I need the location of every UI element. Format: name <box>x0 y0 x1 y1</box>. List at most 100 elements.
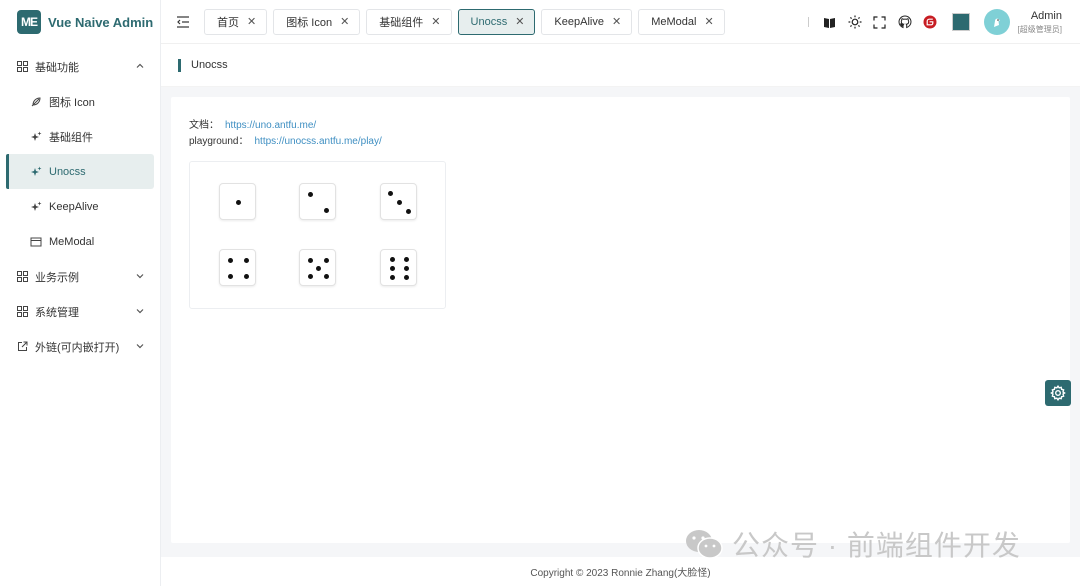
sidebar-item-memodal[interactable]: MeModal <box>0 224 160 259</box>
grid-icon <box>16 61 28 73</box>
sidebar-menu: 基础功能 图标 Icon 基础组件 Unocss KeepAlive MeMod… <box>0 49 160 364</box>
sidebar-item-label: 业务示例 <box>35 271 79 284</box>
tab-home[interactable]: 首页 ✕ <box>204 8 268 35</box>
dice-pip <box>404 266 410 271</box>
sidebar-item-basic-features[interactable]: 基础功能 <box>0 49 160 84</box>
divider <box>807 17 809 27</box>
tab-icon[interactable]: 图标 Icon ✕ <box>273 8 361 35</box>
dice-pip <box>404 256 410 262</box>
chevron-down-icon <box>136 344 144 349</box>
dice-pip <box>324 257 330 263</box>
close-icon[interactable]: ✕ <box>704 15 713 28</box>
sidebar-item-business-examples[interactable]: 业务示例 <box>0 259 160 294</box>
dice-pip <box>389 266 395 271</box>
external-link-icon <box>16 341 28 353</box>
content-card: 文档： https://uno.antfu.me/ playground： http… <box>171 97 1070 543</box>
menu-collapse-icon[interactable] <box>176 15 190 29</box>
sidebar-item-keepalive[interactable]: KeepAlive <box>0 189 160 224</box>
title-accent-bar <box>178 58 181 72</box>
watermark-text: 公众号 · 前端组件开发 <box>732 530 1021 561</box>
docs-link[interactable]: https://uno.antfu.me/ <box>225 120 316 131</box>
close-icon[interactable]: ✕ <box>340 15 349 28</box>
dice-face-5 <box>299 249 336 286</box>
dice-face-6 <box>380 249 417 286</box>
sidebar-item-unocss[interactable]: Unocss <box>6 154 154 189</box>
tab-label: 首页 <box>217 16 239 29</box>
tab-label: 基础组件 <box>379 16 424 29</box>
fullscreen-icon[interactable] <box>873 15 887 29</box>
feather-icon <box>30 96 42 108</box>
wechat-icon <box>686 530 723 559</box>
dice-pip <box>227 274 233 280</box>
theme-color-picker[interactable] <box>951 13 970 31</box>
dice-pip <box>397 200 402 205</box>
sparkles-icon <box>30 166 42 178</box>
settings-button[interactable] <box>1045 380 1071 406</box>
sun-icon[interactable] <box>848 15 862 29</box>
sidebar-item-basic-components[interactable]: 基础组件 <box>0 119 160 154</box>
dice-pip <box>324 274 330 280</box>
tab-keepalive[interactable]: KeepAlive ✕ <box>541 8 633 35</box>
docs-book-icon[interactable] <box>823 15 837 29</box>
dice-pip <box>307 274 313 280</box>
close-icon[interactable]: ✕ <box>515 15 524 28</box>
sidebar-item-external-links[interactable]: 外链(可内嵌打开) <box>0 329 160 364</box>
tab-bar: 首页 ✕ 图标 Icon ✕ 基础组件 ✕ Unocss ✕ KeepAlive ✕ Me… <box>204 8 731 35</box>
chevron-down-icon <box>136 274 144 279</box>
dice-pip <box>227 257 233 263</box>
playground-line: playground： https://unocss.antfu.me/play/ <box>189 132 382 147</box>
sparkles-icon <box>30 201 42 213</box>
page-header: Unocss <box>161 44 1080 87</box>
avatar[interactable] <box>983 9 1010 35</box>
sidebar-item-icon[interactable]: 图标 Icon <box>0 84 160 119</box>
chevron-up-icon <box>136 63 144 68</box>
sidebar-item-label: KeepAlive <box>49 200 99 213</box>
gitee-icon[interactable] <box>923 15 937 29</box>
sparkles-icon <box>30 131 42 143</box>
sidebar-item-system-management[interactable]: 系统管理 <box>0 294 160 329</box>
grid-icon <box>16 271 28 283</box>
user-role: [超级管理员] <box>1017 24 1062 34</box>
sidebar-item-label: Unocss <box>49 165 86 178</box>
close-icon[interactable]: ✕ <box>431 15 440 28</box>
dice-face-4 <box>219 249 256 286</box>
tab-unocss[interactable]: Unocss ✕ <box>457 8 536 35</box>
sidebar: ME Vue Naive Admin 基础功能 图标 Icon 基础组件 Uno… <box>0 0 161 586</box>
user-name: Admin <box>1030 9 1062 22</box>
docs-line: 文档： https://uno.antfu.me/ <box>189 116 316 131</box>
sidebar-item-label: 系统管理 <box>35 306 79 319</box>
dice-pip <box>389 256 395 262</box>
user-info[interactable]: Admin [超级管理员] <box>1018 10 1062 35</box>
dice-pip <box>307 191 313 197</box>
playground-link[interactable]: https://unocss.antfu.me/play/ <box>254 136 381 147</box>
tab-label: 图标 Icon <box>286 16 333 29</box>
tab-memodal[interactable]: MeModal ✕ <box>638 8 725 35</box>
app-title: Vue Naive Admin <box>48 14 154 30</box>
playground-label: playground： <box>189 136 249 147</box>
tab-label: MeModal <box>651 15 697 28</box>
dice-face-3 <box>380 183 417 220</box>
dice-pip <box>244 274 250 280</box>
copyright-text: Copyright © 2023 Ronnie Zhang(大脸怪) <box>530 568 711 579</box>
sidebar-item-label: 外链(可内嵌打开) <box>35 341 120 354</box>
github-icon[interactable] <box>898 15 912 29</box>
dice-pip <box>307 257 313 263</box>
app-window: ME Vue Naive Admin 基础功能 图标 Icon 基础组件 Uno… <box>0 0 1080 586</box>
tab-label: Unocss <box>470 15 508 28</box>
brand[interactable]: ME Vue Naive Admin <box>0 0 160 44</box>
dice-pip <box>244 257 250 263</box>
tab-basic-components[interactable]: 基础组件 ✕ <box>366 8 452 35</box>
close-icon[interactable]: ✕ <box>247 15 256 28</box>
dice-pip <box>387 190 393 196</box>
dice-pip <box>316 266 321 271</box>
close-icon[interactable]: ✕ <box>612 15 621 28</box>
sidebar-item-label: 基础功能 <box>35 61 79 74</box>
header-tools: Admin [超级管理员] <box>807 0 1080 44</box>
dice-pip <box>236 200 241 205</box>
top-header: 首页 ✕ 图标 Icon ✕ 基础组件 ✕ Unocss ✕ KeepAlive ✕ Me… <box>161 0 1080 44</box>
watermark: 公众号 · 前端组件开发 <box>684 524 1021 564</box>
window-icon <box>30 236 42 248</box>
dice-face-2 <box>299 183 336 220</box>
dice-pip <box>324 208 330 214</box>
main-content: 文档： https://uno.antfu.me/ playground： http… <box>161 87 1080 557</box>
